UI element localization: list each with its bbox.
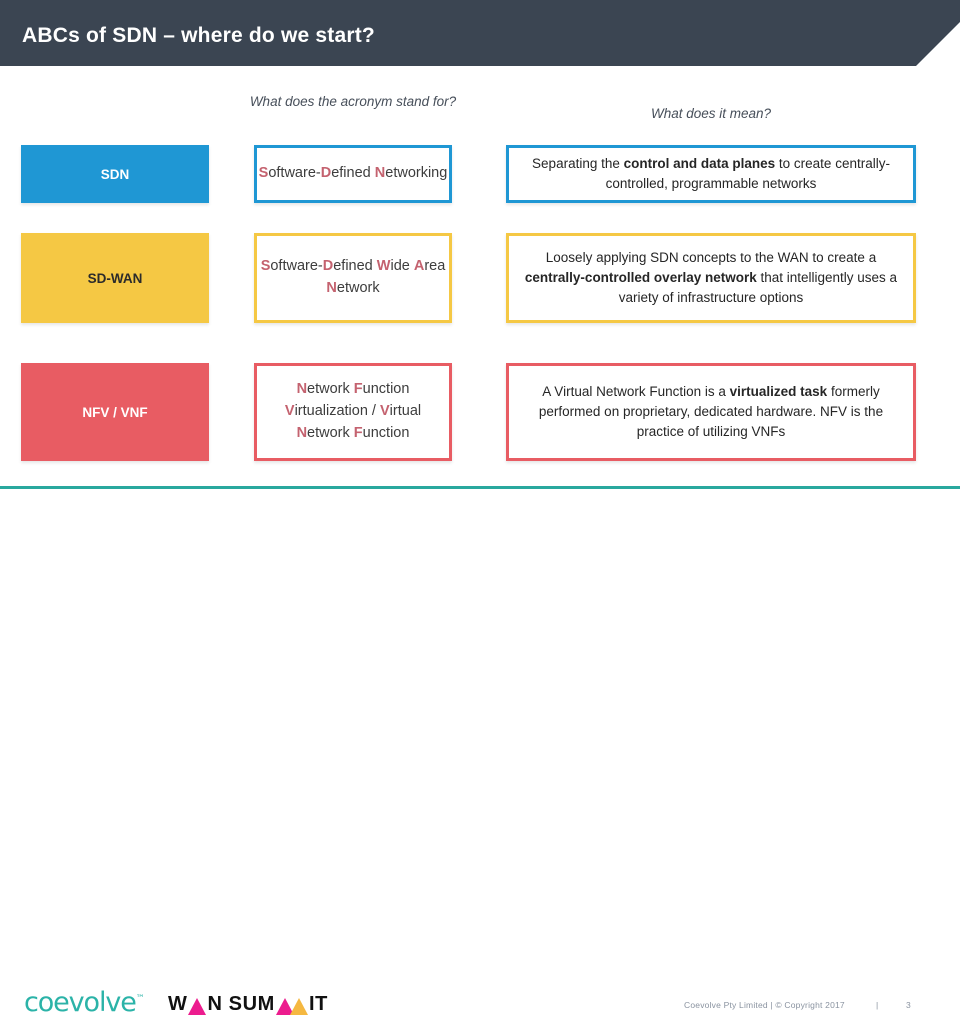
table-row: NFV / VNF Network Function Virtualizatio… [0,358,960,488]
row-acronym-box: Software-Defined Wide Area Network [254,233,452,323]
page-number: 3 [906,1000,911,1010]
column-header-acronym: What does the acronym stand for? [249,94,457,109]
row-meaning-box: Loosely applying SDN concepts to the WAN… [506,233,916,323]
coevolve-logo: coevolve™ [24,989,145,1016]
table-row: SD-WAN Software-Defined Wide Area Networ… [0,228,960,358]
copyright-text: Coevolve Pty Limited | © Copyright 2017 [684,1000,845,1010]
wan-summit-part-1: W [168,993,188,1015]
row-acronym-box: Software-Defined Networking [254,145,452,203]
coevolve-logo-text: coevolve [24,987,137,1018]
wan-summit-part-3: IT [308,993,328,1015]
row-acronym-text: Software-Defined Wide Area Network [260,258,446,296]
row-meaning-text: Separating the control and data planes t… [532,155,890,191]
triangle-a-icon [188,998,207,1015]
page-title: ABCs of SDN – where do we start? [22,24,375,47]
table-row: SDN Software-Defined Networking Separati… [0,138,960,228]
row-label-text: SDN [100,166,130,182]
row-acronym-text: Network Function Virtualization / Virtua… [284,381,422,441]
table-header-row: What does the acronym stand for? What do… [0,80,960,138]
triangle-m2-icon [289,998,308,1015]
wan-summit-part-2: N SUM [207,993,275,1015]
row-meaning-text: Loosely applying SDN concepts to the WAN… [524,249,898,306]
row-acronym-text: Software-Defined Networking [258,165,448,182]
row-meaning-text: A Virtual Network Function is a virtuali… [538,383,884,440]
row-acronym-box: Network Function Virtualization / Virtua… [254,363,452,461]
row-label-text: NFV / VNF [82,404,148,420]
row-meaning-box: A Virtual Network Function is a virtuali… [506,363,916,461]
row-label-block: SDN [21,145,209,203]
row-label-block: NFV / VNF [21,363,209,461]
slide-footer: coevolve™ W N SUM IT Coevolve Pty Limited … [0,489,960,1016]
wan-summit-logo: W N SUM IT [168,993,328,1015]
row-label-block: SD-WAN [21,233,209,323]
row-label-text: SD-WAN [87,270,143,286]
concepts-table: What does the acronym stand for? What do… [0,80,960,488]
footer-separator: | [876,1000,879,1010]
trademark-icon: ™ [135,994,145,1004]
column-header-meaning: What does it mean? [650,106,772,121]
row-meaning-box: Separating the control and data planes t… [506,145,916,203]
